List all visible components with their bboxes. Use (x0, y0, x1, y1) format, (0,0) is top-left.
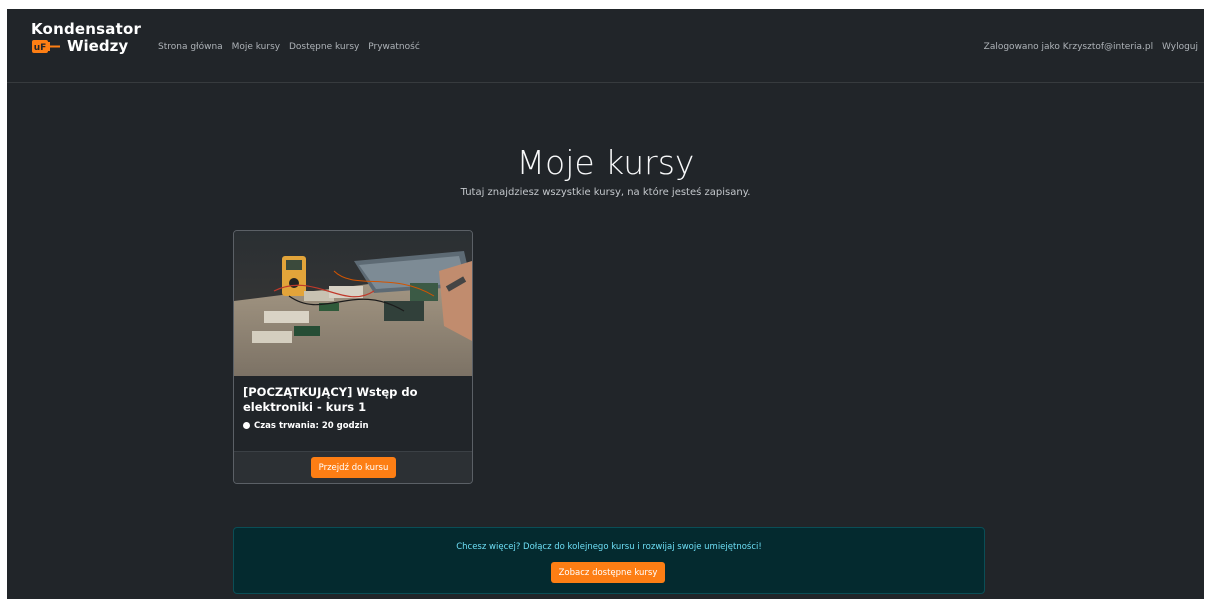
page-frame: Kondensator uF Wiedzy Strona główna Moje… (7, 9, 1204, 599)
see-available-courses-button[interactable]: Zobacz dostępne kursy (551, 562, 665, 583)
nav-link-home[interactable]: Strona główna (158, 42, 223, 52)
svg-text:uF: uF (34, 43, 47, 53)
logo[interactable]: Kondensator uF Wiedzy (27, 18, 141, 66)
logo-line1: Kondensator (31, 20, 142, 38)
more-courses-banner: Chcesz więcej? Dołącz do kolejnego kursu… (233, 527, 985, 594)
clock-icon (243, 422, 250, 429)
page-subtitle: Tutaj znajdziesz wszystkie kursy, na któ… (460, 187, 751, 198)
go-to-course-button[interactable]: Przejdź do kursu (311, 457, 396, 478)
logo-line2: Wiedzy (67, 37, 129, 55)
course-duration-text: Czas trwania: 20 godzin (254, 421, 369, 431)
page-title: Moje kursy (516, 143, 695, 182)
course-title[interactable]: [POCZĄTKUJĄCY] Wstęp do elektroniki - ku… (243, 385, 465, 415)
nav-link-available-courses[interactable]: Dostępne kursy (289, 42, 359, 52)
course-card-footer: Przejdź do kursu (234, 451, 472, 483)
logged-in-user: Zalogowano jako Krzysztof@interia.pl (983, 42, 1154, 52)
nav-links: Strona główna Moje kursy Dostępne kursy … (158, 42, 426, 52)
nav-link-my-courses[interactable]: Moje kursy (232, 42, 281, 52)
nav-user-area: Zalogowano jako Krzysztof@interia.pl Wyl… (978, 42, 1198, 52)
navbar: Kondensator uF Wiedzy Strona główna Moje… (7, 9, 1204, 83)
course-image[interactable] (234, 231, 472, 376)
banner-text: Chcesz więcej? Dołącz do kolejnego kursu… (456, 542, 762, 552)
course-duration: Czas trwania: 20 godzin (243, 421, 369, 431)
course-card: [POCZĄTKUJĄCY] Wstęp do elektroniki - ku… (233, 230, 473, 484)
logout-link[interactable]: Wyloguj (1162, 42, 1198, 52)
nav-link-privacy[interactable]: Prywatność (368, 42, 420, 52)
capacitor-logo-icon: uF (32, 40, 60, 53)
